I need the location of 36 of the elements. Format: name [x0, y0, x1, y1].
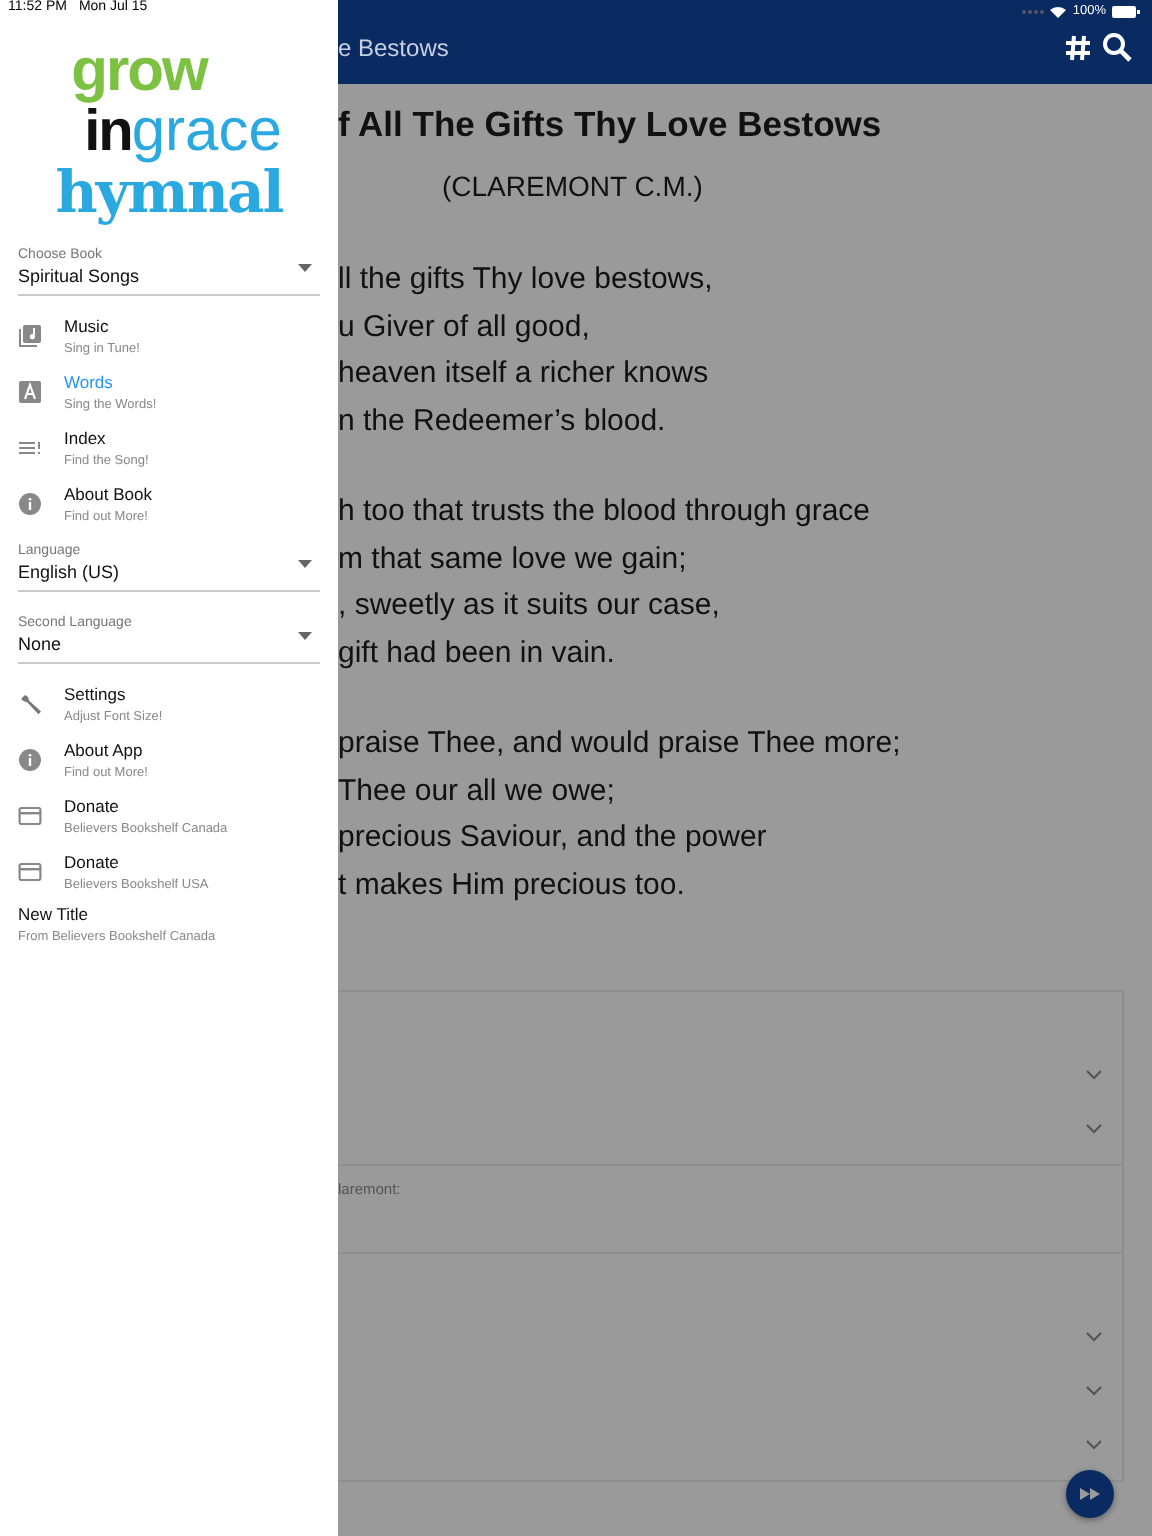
wrench-icon	[18, 692, 42, 717]
credit-card-icon	[18, 804, 42, 829]
chevron-icon[interactable]	[1086, 1124, 1102, 1134]
lyric-line: t makes Him precious too.	[338, 865, 687, 905]
music-library-icon	[18, 324, 42, 349]
screen-title: e Bestows	[338, 33, 449, 61]
lyric-line: gift had been in vain.	[338, 633, 617, 673]
lyric-line: precious Saviour, and the power	[338, 818, 769, 858]
info-icon	[18, 748, 42, 773]
lyric-line: praise Thee, and would praise Thee more;	[338, 724, 903, 764]
lyric-line: Thee our all we owe;	[338, 771, 617, 811]
fast-forward-icon	[1080, 1488, 1100, 1500]
lyric-line: n the Redeemer’s blood.	[338, 401, 668, 441]
chevron-icon[interactable]	[1086, 1386, 1102, 1396]
chevron-icon[interactable]	[1086, 1332, 1102, 1342]
letter-icon	[18, 380, 42, 405]
fast-forward-button[interactable]	[1066, 1470, 1114, 1518]
tune-name: (CLAREMONT C.M.)	[442, 168, 705, 204]
lyric-line: m that same love we gain;	[338, 539, 689, 579]
battery-icon	[1112, 5, 1140, 17]
caret-icon	[298, 631, 312, 640]
credit-card-icon	[18, 860, 42, 885]
hash-icon[interactable]	[1064, 33, 1092, 61]
chevron-icon[interactable]	[1086, 1440, 1102, 1450]
lyric-line: heaven itself a richer knows	[338, 354, 711, 394]
lyric-line: ll the gifts Thy love bestows,	[338, 260, 715, 300]
chevron-icon[interactable]	[1086, 1070, 1102, 1080]
caret-icon	[298, 263, 312, 272]
caret-icon	[298, 559, 312, 568]
lyric-line: u Giver of all good,	[338, 307, 592, 347]
hymn-title: f All The Gifts Thy Love Bestows	[338, 102, 884, 146]
lyric-line: h too that trusts the blood through grace	[338, 492, 873, 532]
info-icon	[18, 492, 42, 517]
wifi-icon	[1050, 5, 1067, 17]
search-icon[interactable]	[1102, 32, 1132, 62]
lyric-line: , sweetly as it suits our case,	[338, 586, 722, 626]
